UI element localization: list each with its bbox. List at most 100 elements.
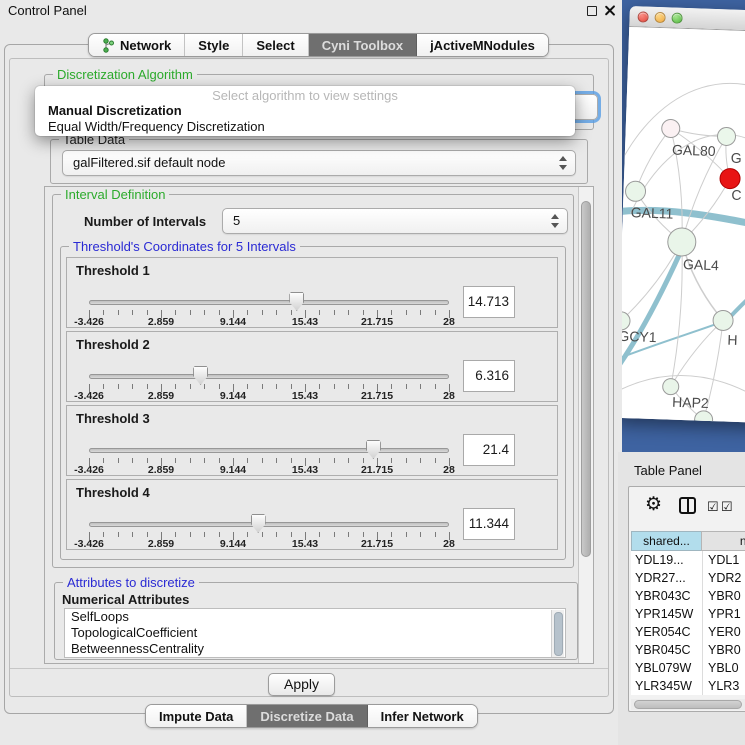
- mode-tab-discretize-data[interactable]: Discretize Data: [247, 705, 367, 727]
- slider-track[interactable]: [89, 374, 449, 379]
- threshold-value-field[interactable]: 21.4: [463, 434, 515, 466]
- node-c[interactable]: [720, 168, 741, 189]
- table-row[interactable]: YLR345WYLR3: [631, 677, 745, 695]
- cell-name[interactable]: YBL0: [702, 659, 745, 677]
- axis-tick: [204, 384, 205, 389]
- cell-shared-name[interactable]: YBR045C: [631, 641, 702, 659]
- split-columns-icon[interactable]: [679, 497, 696, 514]
- slider-track[interactable]: [89, 522, 449, 527]
- table-hscrollbar-thumb[interactable]: [634, 700, 742, 709]
- cell-shared-name[interactable]: YBR043C: [631, 587, 702, 605]
- axis-tick: [204, 532, 205, 537]
- tab-style[interactable]: Style: [185, 34, 243, 56]
- slider-track[interactable]: [89, 448, 449, 453]
- network-icon: [102, 38, 115, 53]
- cell-shared-name[interactable]: YDL19...: [631, 551, 702, 569]
- slider-thumb[interactable]: [289, 292, 304, 311]
- node-hap2[interactable]: [662, 378, 679, 395]
- number-of-intervals-combo[interactable]: 5: [222, 208, 568, 234]
- network-canvas[interactable]: GAL80GCGAL11GAL4HGCY1HAP2: [622, 27, 745, 424]
- cell-name[interactable]: YLR3: [702, 677, 745, 695]
- main-scrollbar[interactable]: [578, 187, 593, 663]
- threshold-value-field[interactable]: 14.713: [463, 286, 515, 318]
- table-row[interactable]: YPR145WYPR1: [631, 605, 745, 623]
- cell-shared-name[interactable]: YBL079W: [631, 659, 702, 677]
- mode-tab-infer-network[interactable]: Infer Network: [368, 705, 477, 727]
- screen: Control Panel NetworkStyleSelectCyni Too…: [0, 0, 745, 745]
- slider-thumb[interactable]: [366, 440, 381, 459]
- table-row[interactable]: YBR043CYBR0: [631, 587, 745, 605]
- float-panel-icon[interactable]: [587, 6, 597, 16]
- axis-tick: [334, 310, 335, 315]
- axis-tick: [247, 532, 248, 537]
- axis-tick: [406, 458, 407, 463]
- axis-tick-label: 15.43: [292, 316, 318, 328]
- slider-thumb[interactable]: [193, 366, 208, 385]
- attributes-scrollbar-thumb[interactable]: [554, 612, 563, 656]
- attributes-scrollbar[interactable]: [551, 610, 564, 658]
- cell-shared-name[interactable]: YLR345W: [631, 677, 702, 695]
- axis-tick: [118, 384, 119, 389]
- main-scrollbar-thumb[interactable]: [581, 201, 591, 557]
- node-h[interactable]: [713, 310, 734, 331]
- column-header-shared[interactable]: shared...: [631, 531, 701, 551]
- table-row[interactable]: YDR27...YDR2: [631, 569, 745, 587]
- axis-tick: [147, 310, 148, 315]
- table-panel-title: Table Panel: [634, 463, 702, 478]
- table-row[interactable]: YER054CYER0: [631, 623, 745, 641]
- threshold-panel-3: Threshold 3-3.4262.8599.14415.4321.71528…: [66, 405, 558, 476]
- attribute-item-selfloops[interactable]: SelfLoops: [65, 609, 565, 625]
- node-gal11[interactable]: [625, 181, 646, 202]
- axis-tick: [435, 310, 436, 315]
- cell-shared-name[interactable]: YER054C: [631, 623, 702, 641]
- network-window[interactable]: GAL80GCGAL11GAL4HGCY1HAP2: [622, 6, 745, 424]
- checkbox-icon[interactable]: ☑: [707, 499, 719, 515]
- close-window-icon[interactable]: [637, 11, 648, 22]
- tab-jactivemnodules[interactable]: jActiveMNodules: [417, 34, 548, 56]
- cell-shared-name[interactable]: YDR27...: [631, 569, 702, 587]
- attribute-item-topologicalcoefficient[interactable]: TopologicalCoefficient: [65, 625, 565, 641]
- mode-tab-impute-data[interactable]: Impute Data: [146, 705, 247, 727]
- cell-name[interactable]: YER0: [702, 623, 745, 641]
- node-label-c: C: [731, 187, 742, 203]
- tab-network[interactable]: Network: [89, 34, 185, 56]
- cell-name[interactable]: YPR1: [702, 605, 745, 623]
- slider-thumb[interactable]: [251, 514, 266, 533]
- threshold-label: Threshold 4: [76, 485, 150, 500]
- slider-track[interactable]: [89, 300, 449, 305]
- threshold-value-field[interactable]: 6.316: [463, 360, 515, 392]
- cell-name[interactable]: YBR0: [702, 587, 745, 605]
- cell-name[interactable]: YBR0: [702, 641, 745, 659]
- node-g[interactable]: [717, 127, 736, 146]
- algorithm-option-equal-width-frequency-discretization[interactable]: Equal Width/Frequency Discretization: [35, 119, 575, 135]
- tab-cyni-toolbox[interactable]: Cyni Toolbox: [309, 34, 417, 56]
- table-row[interactable]: YDL19...YDL1: [631, 551, 745, 569]
- node-gal4[interactable]: [667, 227, 696, 256]
- table-horizontal-scrollbar[interactable]: [631, 699, 745, 710]
- column-header-na[interactable]: na: [701, 531, 745, 551]
- checkbox-icon[interactable]: ☑: [721, 499, 733, 515]
- apply-button[interactable]: Apply: [268, 673, 335, 696]
- close-panel-icon[interactable]: [603, 4, 616, 17]
- algorithm-option-manual-discretization[interactable]: Manual Discretization: [35, 103, 575, 119]
- axis-tick-label: 9.144: [220, 464, 246, 476]
- cell-name[interactable]: YDR2: [702, 569, 745, 587]
- numerical-attributes-list[interactable]: SelfLoopsTopologicalCoefficientBetweenne…: [64, 608, 566, 658]
- tab-select[interactable]: Select: [243, 34, 308, 56]
- cell-name[interactable]: YDL1: [702, 551, 745, 569]
- axis-tick: [348, 384, 349, 389]
- attribute-item-betweennesscentrality[interactable]: BetweennessCentrality: [65, 641, 565, 657]
- table-row[interactable]: YBL079WYBL0: [631, 659, 745, 677]
- table-data-combo[interactable]: galFiltered.sif default node: [62, 150, 576, 176]
- table-row[interactable]: YBR045CYBR0: [631, 641, 745, 659]
- axis-tick: [132, 458, 133, 463]
- tab-label: Cyni Toolbox: [322, 38, 403, 53]
- minimize-window-icon[interactable]: [654, 12, 665, 23]
- gear-icon[interactable]: ⚙: [645, 493, 662, 516]
- node-gal80[interactable]: [661, 119, 680, 138]
- node-bn[interactable]: [694, 411, 713, 424]
- axis-tick: [204, 458, 205, 463]
- threshold-value-field[interactable]: 11.344: [463, 508, 515, 540]
- zoom-window-icon[interactable]: [671, 12, 682, 23]
- cell-shared-name[interactable]: YPR145W: [631, 605, 702, 623]
